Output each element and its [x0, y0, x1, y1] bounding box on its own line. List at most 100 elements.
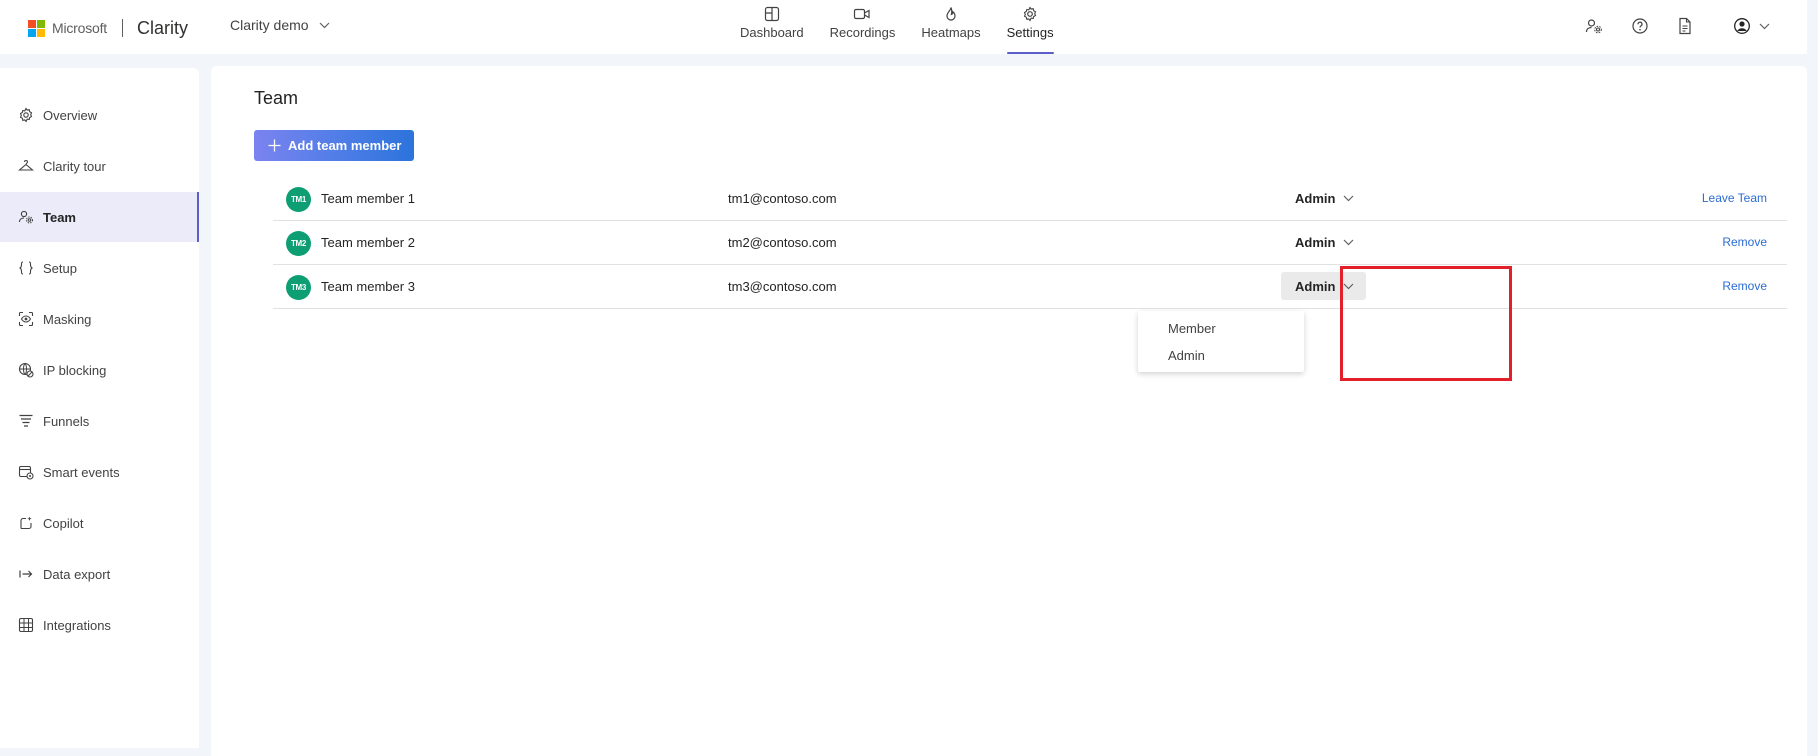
- role-option-label: Member: [1168, 320, 1216, 336]
- sidebar-item-smart-events[interactable]: Smart events: [0, 447, 199, 497]
- nav-recordings-label: Recordings: [829, 25, 896, 40]
- people-settings-button[interactable]: [1585, 17, 1603, 35]
- document-icon: [1679, 17, 1691, 35]
- help-icon: [1632, 18, 1648, 34]
- leave-team-link[interactable]: Leave Team: [1702, 191, 1767, 205]
- table-row: TM3 Team member 3 tm3@contoso.com Admin …: [273, 265, 1787, 309]
- app-name: Clarity: [137, 17, 189, 38]
- chevron-down-icon: [319, 22, 330, 28]
- sidebar-item-funnels[interactable]: Funnels: [0, 396, 199, 446]
- project-selector[interactable]: Clarity demo: [230, 17, 330, 33]
- plus-icon: [268, 139, 281, 152]
- dashboard-icon: [764, 6, 779, 22]
- role-option-admin[interactable]: Admin: [1138, 341, 1304, 369]
- main-nav: Dashboard Recordings Heatmaps Settings: [740, 6, 1080, 54]
- sidebar-item-label: Data export: [43, 566, 111, 582]
- role-value: Admin: [1295, 278, 1336, 294]
- role-dropdown[interactable]: Admin: [1281, 184, 1366, 212]
- globe-block-icon: [18, 362, 34, 378]
- hanger-icon: [18, 160, 34, 171]
- avatar: TM2: [286, 231, 311, 256]
- role-value: Admin: [1295, 234, 1336, 250]
- page-edge: [1807, 0, 1818, 744]
- top-bar: Microsoft Clarity Clarity demo Dashboard…: [0, 0, 1818, 54]
- flame-icon: [946, 7, 956, 21]
- member-email: tm2@contoso.com: [728, 235, 837, 250]
- sidebar-item-ip-blocking[interactable]: IP blocking: [0, 345, 199, 395]
- funnel-icon: [19, 414, 33, 427]
- microsoft-logo: [28, 19, 45, 37]
- member-name: Team member 3: [321, 279, 415, 294]
- nav-settings-label: Settings: [1006, 25, 1054, 40]
- profile-icon: [1734, 18, 1750, 34]
- remove-member-link[interactable]: Remove: [1722, 235, 1767, 249]
- member-name: Team member 2: [321, 235, 415, 250]
- role-dropdown[interactable]: Admin: [1281, 228, 1366, 256]
- project-name: Clarity demo: [230, 17, 309, 33]
- nav-heatmaps-label: Heatmaps: [921, 25, 981, 40]
- sidebar-item-setup[interactable]: Setup: [0, 243, 199, 293]
- brand-divider: [122, 19, 123, 37]
- sidebar-item-label: IP blocking: [43, 362, 107, 378]
- sidebar-item-label: Copilot: [43, 515, 84, 531]
- people-settings-icon: [1585, 19, 1602, 34]
- member-email: tm3@contoso.com: [728, 279, 837, 294]
- avatar: TM3: [286, 275, 311, 300]
- sidebar-item-label: Team: [43, 209, 76, 225]
- settings-sidebar: Overview Clarity tour Team Setup Masking…: [0, 68, 199, 748]
- gear-icon: [1023, 6, 1037, 22]
- profile-menu[interactable]: [1733, 17, 1770, 35]
- eye-mask-icon: [18, 311, 34, 327]
- sidebar-item-label: Integrations: [43, 617, 111, 633]
- avatar: TM1: [286, 187, 311, 212]
- chevron-down-icon: [1759, 23, 1770, 29]
- page-title: Team: [254, 88, 299, 108]
- sidebar-item-label: Smart events: [43, 464, 120, 480]
- microsoft-text: Microsoft: [52, 20, 107, 36]
- nav-dashboard[interactable]: Dashboard: [740, 6, 804, 50]
- nav-dashboard-label: Dashboard: [740, 25, 804, 40]
- copilot-icon: [20, 516, 32, 530]
- add-team-member-button[interactable]: Add team member: [254, 130, 414, 161]
- help-button[interactable]: [1631, 17, 1649, 35]
- sidebar-item-masking[interactable]: Masking: [0, 294, 199, 344]
- gear-icon: [19, 107, 33, 123]
- sidebar-item-label: Clarity tour: [43, 158, 106, 174]
- role-value: Admin: [1295, 190, 1336, 206]
- sidebar-item-team[interactable]: Team: [0, 192, 199, 242]
- table-row: TM2 Team member 2 tm2@contoso.com Admin …: [273, 221, 1787, 265]
- nav-settings[interactable]: Settings: [1006, 6, 1054, 54]
- table-row: TM1 Team member 1 tm1@contoso.com Admin …: [273, 177, 1787, 221]
- remove-member-link[interactable]: Remove: [1722, 279, 1767, 293]
- header-actions: [1557, 17, 1770, 35]
- sidebar-item-overview[interactable]: Overview: [0, 90, 199, 140]
- nav-recordings[interactable]: Recordings: [829, 6, 896, 50]
- braces-icon: [19, 261, 33, 275]
- sidebar-item-copilot[interactable]: Copilot: [0, 498, 199, 548]
- calendar-gear-icon: [18, 465, 34, 480]
- highlight-box: [1340, 266, 1512, 381]
- brand[interactable]: Microsoft Clarity: [28, 17, 188, 39]
- sidebar-item-data-export[interactable]: Data export: [0, 549, 199, 599]
- sidebar-item-label: Funnels: [43, 413, 90, 429]
- chevron-down-icon: [1344, 239, 1354, 245]
- nav-heatmaps[interactable]: Heatmaps: [921, 6, 981, 50]
- sidebar-item-label: Overview: [43, 107, 98, 123]
- sidebar-item-integrations[interactable]: Integrations: [0, 600, 199, 650]
- member-name: Team member 1: [321, 191, 415, 206]
- role-option-label: Admin: [1168, 347, 1205, 363]
- video-icon: [854, 8, 871, 20]
- sidebar-item-label: Setup: [43, 260, 77, 276]
- people-gear-icon: [18, 210, 33, 224]
- role-dropdown-menu: Member Admin: [1138, 311, 1304, 372]
- docs-button[interactable]: [1677, 17, 1693, 35]
- member-email: tm1@contoso.com: [728, 191, 837, 206]
- sidebar-item-label: Masking: [43, 311, 92, 327]
- chevron-down-icon: [1344, 195, 1354, 201]
- export-arrow-icon: [19, 570, 33, 578]
- team-panel: Team Add team member TM1 Team member 1 t…: [211, 66, 1807, 756]
- add-team-member-label: Add team member: [288, 138, 402, 153]
- role-option-member[interactable]: Member: [1138, 314, 1304, 342]
- grid-icon: [18, 617, 34, 633]
- sidebar-item-clarity-tour[interactable]: Clarity tour: [0, 141, 199, 191]
